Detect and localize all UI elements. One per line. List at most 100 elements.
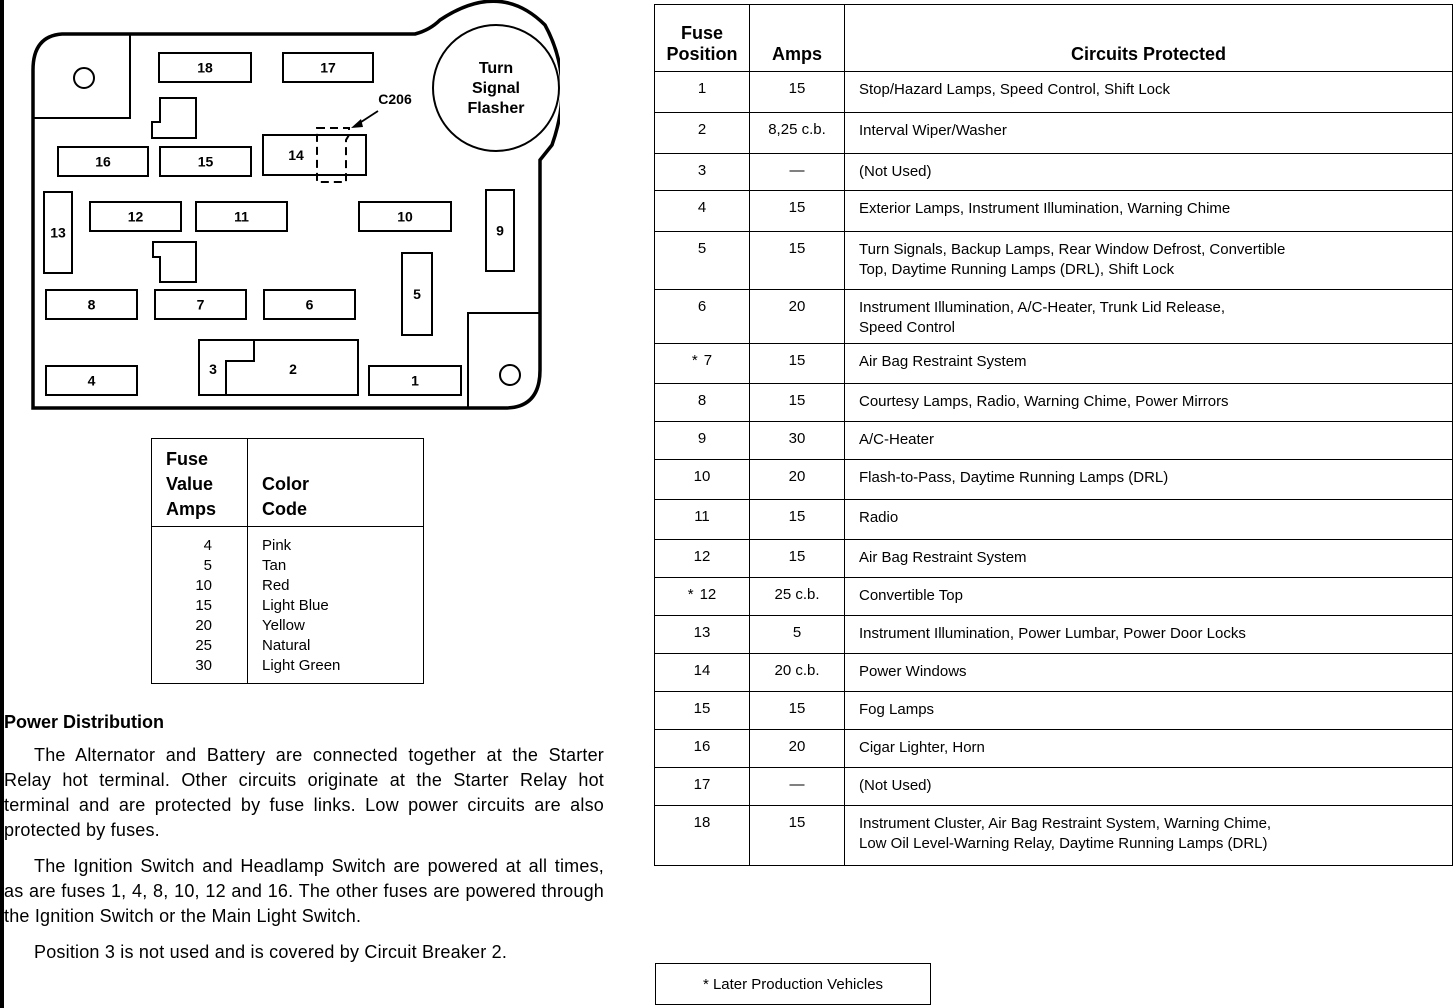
amps-cell: 15 (749, 190, 845, 232)
circuits-cell: Interval Wiper/Washer (844, 112, 1453, 154)
relay-socket-lower (152, 241, 197, 283)
table-row: * 12 25 c.b. Convertible Top (654, 577, 1453, 616)
fuse-position-cell: 6 (654, 289, 750, 344)
circuits-line: Instrument Illumination, Power Lumbar, P… (859, 625, 1246, 642)
header-line: Value (166, 474, 214, 494)
circuits-line: Power Windows (859, 663, 967, 680)
fuse-position-cell: 10 (654, 459, 750, 500)
fuse-position-value: 15 (693, 700, 711, 717)
circuits-line: Cigar Lighter, Horn (859, 739, 985, 756)
flasher-label-line-2: Signal (472, 80, 520, 97)
amps-cell: 15 (749, 231, 845, 290)
amps-cell: 15 (749, 691, 845, 730)
fuse-panel-diagram: Turn Signal Flasher C206 145678910111213… (31, 0, 560, 410)
fuse-slot-14 (262, 134, 367, 176)
amps-cell: 15 (749, 343, 845, 384)
circuits-cell: (Not Used) (844, 153, 1453, 191)
amps-cell: 15 (749, 383, 845, 422)
circuits-cell: A/C-Heater (844, 421, 1453, 460)
fuse-position-cell: 18 (654, 805, 750, 866)
header-line: Code (262, 499, 307, 519)
amps-cell: 15 (749, 71, 845, 113)
header-line: Fuse (166, 449, 209, 469)
footnote-box: * Later Production Vehicles (655, 963, 931, 1005)
fuse-position-value: 9 (697, 430, 707, 447)
fuse-slot-label: 17 (320, 60, 336, 76)
amps-cell: 15 (749, 539, 845, 578)
color-code-amps: 15 (195, 597, 212, 614)
fuse-position-cell: 17 (654, 767, 750, 806)
connector-c206-outline (316, 127, 350, 183)
fuse-position-cell: 4 (654, 190, 750, 232)
amps-column: 4 5 10 15 20 25 30 (152, 536, 212, 676)
connector-label-c206: C206 (378, 91, 412, 107)
fuse-position-value: 1 (697, 80, 707, 97)
color-code-amps: 5 (203, 557, 212, 574)
header-fuse-position: Fuse Position (654, 4, 750, 72)
circuits-cell: Flash-to-Pass, Daytime Running Lamps (DR… (844, 459, 1453, 500)
fuse-position-cell: 11 (654, 499, 750, 540)
amps-cell: 15 (749, 805, 845, 866)
amps-cell: 8,25 c.b. (749, 112, 845, 154)
amps-cell: 20 (749, 459, 845, 500)
table-row: 9 30 A/C-Heater (654, 421, 1453, 460)
header-line: Color (262, 474, 309, 494)
relay-socket-upper (151, 97, 197, 139)
fuse-slot-label: 9 (496, 223, 504, 239)
circuits-line: Instrument Cluster, Air Bag Restraint Sy… (859, 815, 1272, 832)
circuits-line: Exterior Lamps, Instrument Illumination,… (859, 200, 1231, 217)
color-code-name: Yellow (262, 617, 305, 634)
circuits-line: Low Oil Level-Warning Relay, Daytime Run… (859, 835, 1268, 852)
fuse-position-cell: 12 (654, 539, 750, 578)
header-fuse-value-amps: Fuse Value Amps (166, 447, 246, 522)
table-row: 8 15 Courtesy Lamps, Radio, Warning Chime,… (654, 383, 1453, 422)
circuits-line: Air Bag Restraint System (859, 549, 1027, 566)
fuse-slot-label: 12 (128, 209, 144, 225)
circuits-line: Speed Control (859, 319, 955, 336)
table-row: 6 20 Instrument Illumination, A/C-Heater, … (654, 289, 1453, 344)
footnote-text: * Later Production Vehicles (702, 975, 884, 993)
fuse-slot-label: 10 (397, 209, 413, 225)
circuits-cell: Air Bag Restraint System (844, 539, 1453, 578)
circuits-line: Flash-to-Pass, Daytime Running Lamps (DR… (859, 469, 1169, 486)
circuits-cell: Radio (844, 499, 1453, 540)
table-row: 13 5 Instrument Illumination, Power Lumbar… (654, 615, 1453, 654)
mounting-hole-top-left (73, 67, 95, 89)
fuse-slot-label: 2 (289, 361, 297, 377)
fuse-slot-label: 11 (234, 209, 249, 225)
corner-block-bottom-right (467, 312, 540, 408)
header-line: Amps (166, 499, 217, 519)
circuits-cell: Instrument Illumination, A/C-Heater, Tru… (844, 289, 1453, 344)
fuse-position-value: 8 (697, 392, 707, 409)
circuits-line: A/C-Heater (859, 431, 935, 448)
color-code-amps: 30 (195, 657, 212, 674)
fuse-position-value: 10 (693, 468, 711, 485)
fuse-position-cell: 14 (654, 653, 750, 692)
fuse-position-value: 6 (697, 298, 707, 315)
table-row: 15 15 Fog Lamps (654, 691, 1453, 730)
fuse-position-cell: 3 (654, 153, 750, 191)
fuse-slot-label: 14 (288, 147, 304, 163)
table-row: * 7 15 Air Bag Restraint System (654, 343, 1453, 384)
fuse-position-value: 3 (697, 162, 707, 179)
circuits-cell: Fog Lamps (844, 691, 1453, 730)
later-production-marker: * (687, 586, 694, 603)
fuse-position-cell: 5 (654, 231, 750, 290)
fuse-position-value: 13 (693, 624, 711, 641)
circuits-cell: Instrument Cluster, Air Bag Restraint Sy… (844, 805, 1453, 866)
fuse-position-value: 17 (693, 776, 711, 793)
circuits-line: Top, Daytime Running Lamps (DRL), Shift … (859, 261, 1175, 278)
header-color-code: Color Code (262, 472, 309, 522)
amps-cell: 20 (749, 729, 845, 768)
color-code-amps: 25 (195, 637, 212, 654)
fuse-slot-label: 3 (209, 361, 217, 377)
color-code-name: Pink (262, 537, 292, 554)
power-distribution-section: Power Distribution The Alternator and Ba… (4, 710, 604, 976)
circuits-line: Fog Lamps (859, 701, 935, 718)
fuse-position-value: 16 (693, 738, 711, 755)
flasher-label-line-3: Flasher (468, 100, 525, 117)
color-code-name: Red (262, 577, 290, 594)
paragraph: Position 3 is not used and is covered by… (34, 942, 508, 962)
circuits-line: Instrument Illumination, A/C-Heater, Tru… (859, 299, 1226, 316)
fuse-position-value: 4 (697, 199, 707, 216)
